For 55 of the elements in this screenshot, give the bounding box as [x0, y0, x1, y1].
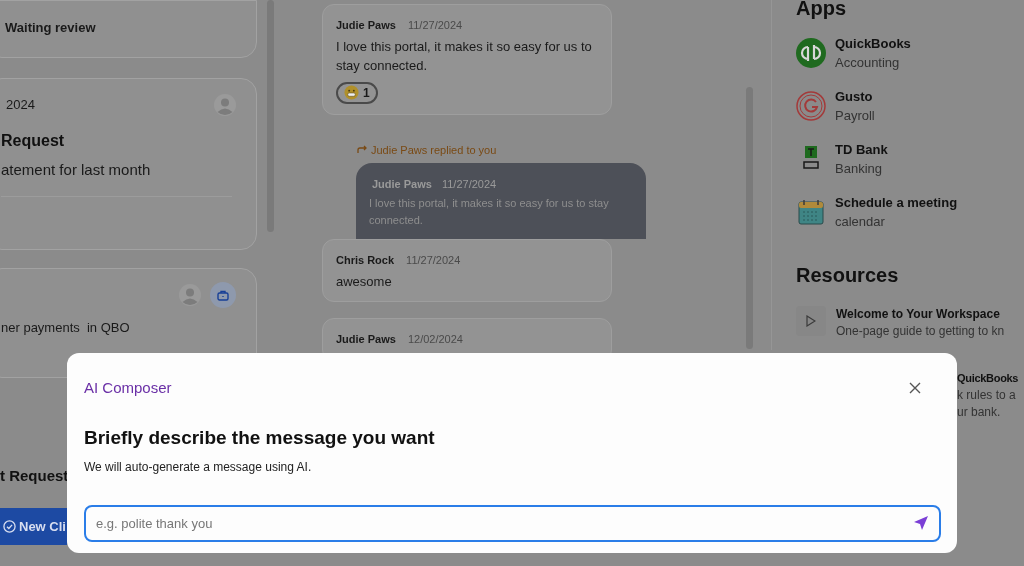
message-text: awesome — [336, 272, 393, 291]
app-item[interactable]: QuickBooks Accounting — [796, 34, 1024, 72]
dialog-label: AI Composer — [84, 378, 172, 398]
author-name: Judie Paws — [336, 331, 396, 347]
author-name: Judie Paws — [372, 177, 432, 192]
author-name: Chris Rock — [336, 253, 395, 268]
app-item[interactable]: Schedule a meeting calendar — [796, 193, 1024, 231]
dialog-subtitle: We will auto-generate a message using AI. — [84, 459, 313, 476]
request-description: ner payments in QBO — [1, 319, 131, 337]
message-date: 11/27/2024 — [407, 18, 463, 33]
app-name: TD Bank — [835, 141, 888, 159]
message-date: 11/27/2024 — [441, 177, 497, 192]
request-card[interactable]: 2024 Request atement for last month — [0, 78, 257, 250]
grinning-emoji-icon — [344, 85, 359, 100]
message-text: I love this portal, it makes it so easy for us to stay connected. — [336, 37, 593, 75]
apps-heading: Apps — [796, 0, 847, 21]
resource-title: Welcome to Your Workspace — [836, 306, 1001, 323]
quickbooks-logo-icon — [796, 38, 826, 68]
calendar-icon — [796, 197, 826, 227]
resource-description: ur bank. — [957, 404, 1002, 421]
request-description: atement for last month — [1, 160, 152, 180]
resource-description: One-page guide to getting to kn — [836, 323, 1005, 340]
message-date: 12/02/2024 — [407, 331, 463, 347]
app-category: Accounting — [835, 54, 901, 72]
reply-arrow-icon — [357, 145, 367, 155]
briefcase-icon[interactable] — [210, 282, 236, 308]
play-icon — [796, 306, 826, 336]
app-category: Payroll — [835, 107, 875, 125]
reply-label: Judie Paws replied to you — [371, 142, 497, 158]
status-text: Waiting review — [5, 18, 96, 37]
author-name: Judie Paws — [336, 18, 396, 33]
resource-title: QuickBooks — [957, 371, 1019, 386]
request-date: 2024 — [5, 96, 35, 115]
message-input[interactable]: e.g. polite thank you — [84, 505, 941, 542]
app-name: Gusto — [835, 88, 874, 106]
dialog-heading: Briefly describe the message you want — [84, 425, 436, 450]
reaction-button[interactable]: 1 — [336, 81, 378, 104]
check-circle-icon — [3, 520, 16, 533]
request-card[interactable]: Waiting review — [0, 0, 257, 58]
app-category: Banking — [835, 160, 883, 178]
resource-description: k rules to a — [957, 387, 1017, 404]
resource-item[interactable]: Welcome to Your Workspace One-page guide to getting to kn — [796, 306, 1024, 340]
app-name: QuickBooks — [835, 35, 911, 53]
request-title: Request — [1, 131, 66, 151]
app-name: Schedule a meeting — [835, 194, 958, 212]
app-category: calendar — [835, 213, 886, 231]
message-date: 11/27/2024 — [406, 253, 461, 268]
resources-heading: Resources — [796, 263, 900, 288]
gusto-logo-icon — [796, 91, 826, 121]
send-icon[interactable] — [913, 515, 929, 531]
app-item[interactable]: Gusto Payroll — [796, 87, 1024, 125]
app-item[interactable]: TD Bank Banking — [796, 140, 1024, 178]
new-client-button[interactable]: New Cli — [0, 508, 67, 545]
message-text: I love this portal, it makes it so easy for us to stay connected. — [369, 195, 610, 228]
request-title: t Request — [0, 466, 69, 486]
